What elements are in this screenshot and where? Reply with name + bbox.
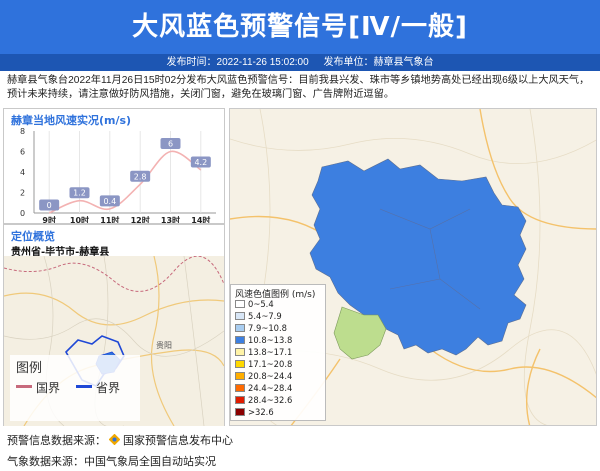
y-tick-label: 8 — [20, 127, 25, 136]
wind-speed-panel: 赫章当地风速实况(m/s) 0 2 4 6 8 9时 10时 11时 12时 13时 14时 0 1.2… — [3, 108, 225, 224]
wind-legend-item: 13.8~17.1 — [235, 347, 292, 358]
page-title: 大风蓝色预警信号[Ⅳ/一般] — [132, 12, 468, 42]
wind-speed-line — [48, 150, 202, 214]
wind-legend-swatch — [235, 336, 245, 344]
weather-source-label: 气象数据来源： — [7, 456, 84, 468]
publish-unit-value: 赫章县气象台 — [373, 57, 434, 68]
wind-legend-label: 0~5.4 — [248, 299, 274, 309]
x-tick-label: 11时 — [100, 215, 119, 223]
wind-legend-label: 7.9~10.8 — [248, 323, 287, 333]
wind-legend-swatch — [235, 372, 245, 380]
publish-unit-label: 发布单位： — [323, 57, 374, 68]
legend-province-border: 省界 — [76, 379, 120, 396]
y-tick-label: 6 — [20, 148, 25, 157]
legend-national-border: 国界 — [16, 379, 60, 396]
x-tick-label: 10时 — [70, 215, 89, 223]
warning-source-value: 国家预警信息发布中心 — [123, 435, 233, 447]
province-border-label: 省界 — [96, 381, 121, 395]
wind-legend-swatch — [235, 324, 245, 332]
wind-legend-label: 24.4~28.4 — [248, 383, 293, 393]
warning-source: 预警信息数据来源： 国家预警信息发布中心 — [7, 432, 233, 448]
nmc-logo-icon — [109, 434, 120, 445]
wind-legend-swatch — [235, 396, 245, 404]
national-border-swatch — [16, 385, 32, 388]
wind-legend-label: 20.8~24.4 — [248, 371, 293, 381]
data-label: 1.2 — [73, 189, 86, 198]
wind-legend-item: 5.4~7.9 — [235, 311, 282, 322]
x-tick-label: 12时 — [131, 215, 150, 223]
warning-description: 赫章县气象台2022年11月26日15时02分发布大风蓝色预警信号：目前我县兴发… — [7, 75, 590, 100]
publish-time-label: 发布时间： — [166, 57, 217, 68]
header-banner: 大风蓝色预警信号[Ⅳ/一般] — [0, 0, 600, 54]
location-legend: 图例 国界 省界 — [10, 355, 140, 421]
y-tick-label: 0 — [20, 209, 25, 218]
publish-unit: 发布单位：赫章县气象台 — [323, 57, 433, 68]
location-legend-title: 图例 — [16, 361, 43, 376]
y-tick-label: 2 — [20, 189, 25, 198]
data-label: 0.4 — [103, 197, 116, 206]
warning-source-label: 预警信息数据来源： — [7, 435, 106, 447]
data-label: 2.8 — [134, 172, 147, 181]
wind-legend-label: 13.8~17.1 — [248, 347, 293, 357]
data-label: 4.2 — [194, 158, 207, 167]
publish-info-bar: 发布时间：2022-11-26 15:02:00 发布单位：赫章县气象台 — [0, 54, 600, 71]
map-city-label: 贵阳 — [156, 340, 172, 350]
province-border-swatch — [76, 385, 92, 388]
wind-legend-swatch — [235, 360, 245, 368]
wind-legend-item: 10.8~13.8 — [235, 335, 292, 346]
x-tick-label: 9时 — [42, 215, 56, 223]
wind-legend-item: 17.1~20.8 — [235, 359, 292, 370]
wind-speed-chart: 0 2 4 6 8 9时 10时 11时 12时 13时 14时 0 1.2 0.4 2.8 6 4.2 — [20, 127, 216, 223]
weather-data-source: 气象数据来源：中国气象局全国自动站实况 — [7, 453, 216, 469]
weather-source-value: 中国气象局全国自动站实况 — [84, 456, 216, 468]
wind-legend-item: 24.4~28.4 — [235, 383, 292, 394]
wind-legend-item: 20.8~24.4 — [235, 371, 292, 382]
wind-legend-label: 5.4~7.9 — [248, 311, 282, 321]
national-border-label: 国界 — [36, 381, 61, 395]
wind-legend-swatch — [235, 384, 245, 392]
wind-legend-swatch — [235, 348, 245, 356]
y-tick-label: 4 — [20, 168, 25, 177]
wind-legend-item: 7.9~10.8 — [235, 323, 287, 334]
publish-time-value: 2022-11-26 15:02:00 — [216, 57, 309, 68]
wind-legend-label: 28.4~32.6 — [248, 395, 293, 405]
x-tick-label: 14时 — [191, 215, 210, 223]
wind-legend-swatch — [235, 312, 245, 320]
publish-time: 发布时间：2022-11-26 15:02:00 — [167, 57, 309, 68]
location-panel-title: 定位概览 — [11, 230, 55, 243]
wind-legend-item: 28.4~32.6 — [235, 395, 292, 406]
wind-legend-label: 10.8~13.8 — [248, 335, 293, 345]
x-tick-label: 13时 — [161, 215, 180, 223]
wind-legend-item: >32.6 — [235, 407, 274, 418]
data-label: 0 — [47, 201, 52, 210]
wind-legend-swatch — [235, 408, 245, 416]
wind-panel-title: 赫章当地风速实况(m/s) — [11, 114, 132, 127]
wind-color-legend: 风速色值图例 (m/s) 0~5.4 5.4~7.9 7.9~10.8 10.8~13… — [230, 284, 326, 421]
wind-legend-label: 17.1~20.8 — [248, 359, 293, 369]
wind-legend-label: >32.6 — [248, 407, 274, 417]
wind-legend-item: 0~5.4 — [235, 299, 274, 310]
location-panel: 定位概览 贵州省-毕节市-赫章县 贵阳 图例 国界 省界 — [3, 224, 225, 426]
wind-legend-swatch — [235, 300, 245, 308]
data-label: 6 — [168, 140, 173, 149]
